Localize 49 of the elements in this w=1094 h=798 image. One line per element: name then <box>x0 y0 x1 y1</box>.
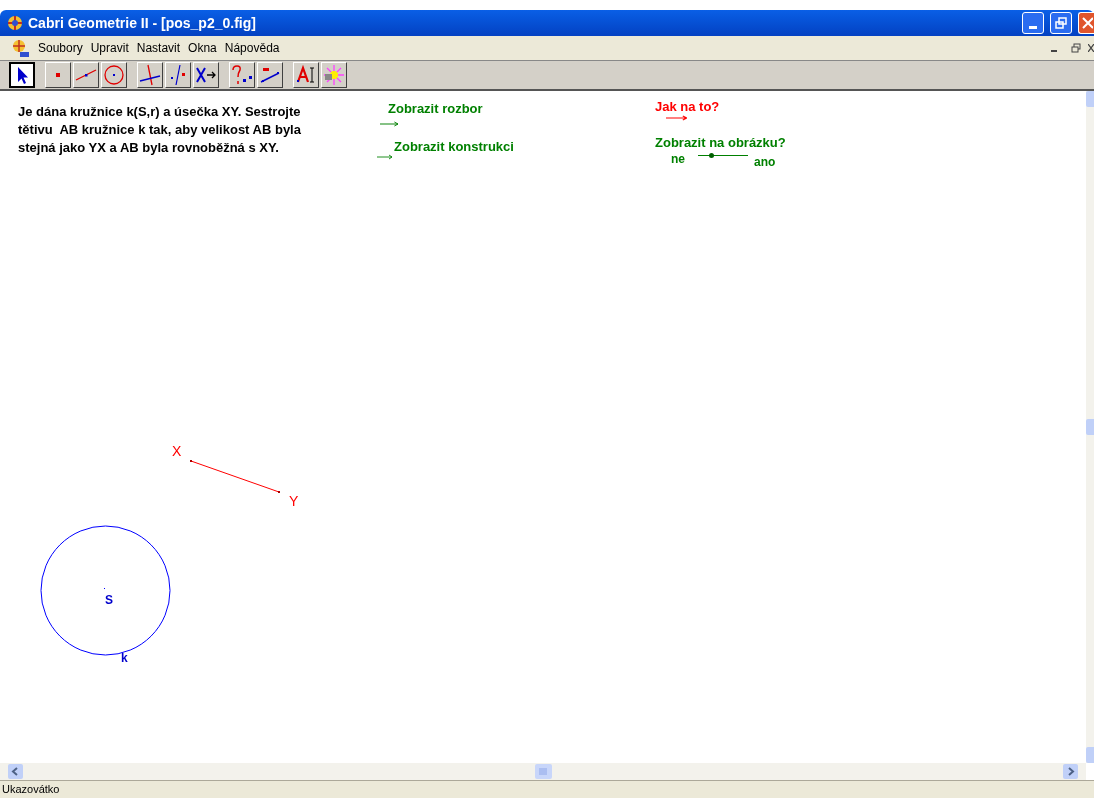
scroll-up-icon <box>1086 91 1094 107</box>
menu-item[interactable]: Okna <box>184 39 221 57</box>
status-text: Ukazovátko <box>2 782 60 798</box>
minimize-icon <box>1029 26 1037 29</box>
minimize-icon <box>1051 50 1057 52</box>
scroll-thumb[interactable] <box>534 764 552 779</box>
action-button[interactable]: Zobrazit konstrukci <box>394 137 514 157</box>
tool-button[interactable] <box>9 62 35 88</box>
question-points-icon <box>231 64 253 86</box>
restore-icon <box>1055 17 1067 29</box>
close-button[interactable] <box>1078 12 1094 34</box>
text-icon <box>295 64 317 86</box>
scroll-down-icon <box>1086 747 1094 763</box>
perpendicular-lines-icon <box>139 64 161 86</box>
action-button[interactable]: Jak na to? <box>655 97 720 117</box>
scroll-right-icon[interactable] <box>1063 764 1078 779</box>
menu-item[interactable]: Nápověda <box>220 39 284 57</box>
document-icon <box>10 38 30 58</box>
toggle-label: Zobrazit na obrázku? <box>655 134 786 152</box>
window-title: Cabri Geometrie II - [pos_p2_0.fig] <box>28 13 256 33</box>
app-icon <box>6 14 24 32</box>
scroll-thumb[interactable] <box>1086 419 1094 435</box>
restore-button[interactable] <box>1050 12 1072 34</box>
close-icon <box>1088 44 1094 52</box>
vertical-scrollbar[interactable] <box>1086 91 1094 763</box>
color-burst-icon <box>323 64 345 86</box>
point-label: Y <box>289 492 299 511</box>
menu-item[interactable]: Soubory <box>34 39 87 57</box>
scroll-left-icon[interactable] <box>8 764 23 779</box>
circle-label: k <box>121 650 128 667</box>
menu-item[interactable]: Nastavit <box>132 39 185 57</box>
arrow-icon <box>666 115 687 121</box>
task-text: Je dána kružnice k(S,r) a úsečka XY. Sestrojte tětivu AB kružnice k tak, aby velikost AB byla stejná jako YX a AB byla rovnoběžná s XY. <box>18 103 301 157</box>
arrow-icon <box>380 121 398 127</box>
point-icon <box>56 73 60 77</box>
restore-button[interactable] <box>1068 40 1084 56</box>
toggle-option: ano <box>754 153 776 171</box>
circle-icon <box>103 64 125 86</box>
point-label: X <box>172 442 182 461</box>
slider-point[interactable] <box>708 153 714 158</box>
toggle-option: ne <box>671 150 685 168</box>
point-label: S <box>105 592 113 609</box>
close-icon <box>1082 17 1093 29</box>
horizontal-scrollbar[interactable] <box>0 763 1086 780</box>
menu-item[interactable]: Upravit <box>86 39 133 57</box>
minimize-button[interactable] <box>1022 12 1044 34</box>
arrow-icon <box>377 154 392 160</box>
action-button[interactable]: Zobrazit rozbor <box>388 99 483 119</box>
restore-icon <box>1071 43 1081 53</box>
